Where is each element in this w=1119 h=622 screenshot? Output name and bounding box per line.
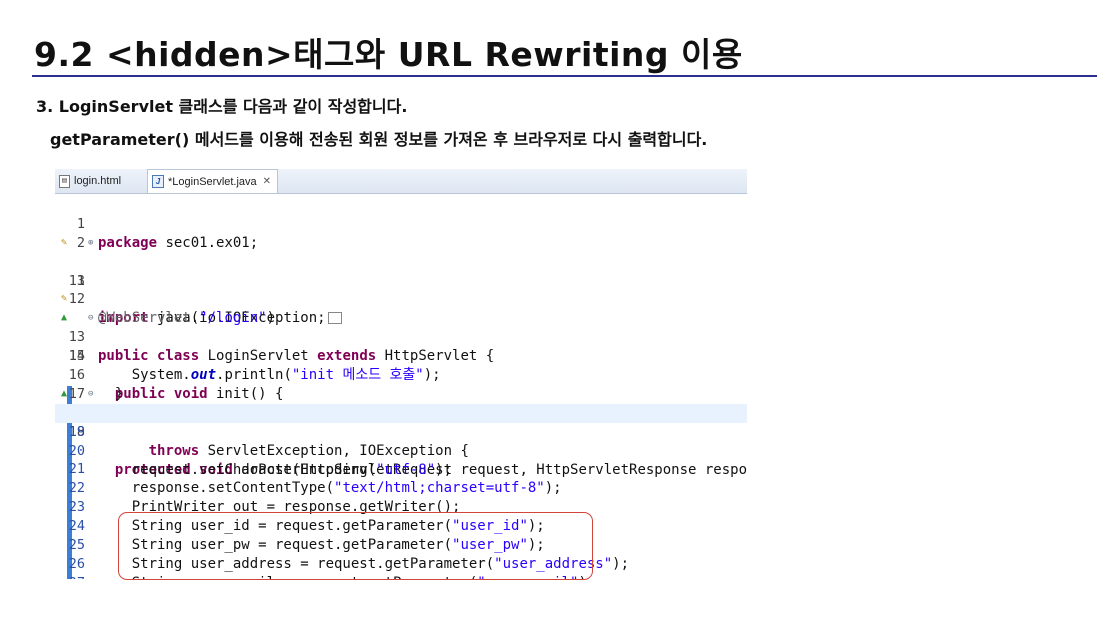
tab-label: login.html	[74, 175, 122, 187]
step-description: getParameter() 메서드를 이용해 전송된 회원 정보를 가져온 후…	[50, 130, 708, 149]
code-line: ✎ 13 public class LoginServlet extends H…	[55, 290, 747, 364]
code-line: ▲ 14 ⊖ public void init() {	[55, 309, 747, 402]
line-number: 27	[55, 574, 85, 579]
code-line: 2	[55, 215, 747, 251]
slide-title: 9.2 <hidden>태그와 URL Rewriting 이용	[34, 35, 743, 74]
code-line: 16 }	[55, 347, 747, 402]
code-line: 23 String user_id = request.getParameter…	[55, 479, 747, 534]
code-line: ▲ 18 ⊖ protected void doPost(HttpServlet…	[55, 385, 747, 478]
highlight-callout-box	[118, 512, 593, 580]
fold-expand-icon[interactable]: ⊕	[88, 234, 96, 253]
java-file-icon: J	[152, 175, 164, 188]
tab-loginservlet-java[interactable]: J *LoginServlet.java ✕	[147, 169, 279, 194]
tab-label: *LoginServlet.java	[168, 175, 257, 188]
tab-login-html[interactable]: ▤ login.html	[59, 169, 121, 193]
warning-marker-icon[interactable]: ✎	[57, 290, 71, 309]
code-line: ✎ 3 ⊕ import java.io.IOException;	[55, 234, 747, 326]
code-line: 22 PrintWriter out = response.getWriter(…	[55, 460, 747, 515]
fold-collapse-icon[interactable]: ⊖	[88, 309, 96, 328]
code-line: 17	[55, 366, 747, 402]
code-line: 11	[55, 253, 747, 289]
title-divider	[32, 75, 1097, 77]
code-line: 20 request.setCharacterEncoding("utf-8")…	[55, 423, 747, 478]
step-heading: 3. LoginServlet 클래스를 다음과 같이 작성합니다.	[36, 97, 408, 116]
override-marker-icon[interactable]: ▲	[57, 309, 71, 328]
close-icon[interactable]: ✕	[263, 170, 271, 194]
html-file-icon: ▤	[59, 174, 70, 188]
warning-marker-icon[interactable]: ✎	[57, 234, 71, 253]
override-marker-icon[interactable]: ▲	[57, 385, 71, 404]
code-line-current: 19 throws ServletException, IOException …	[55, 403, 747, 459]
code-line: 15 System.out.println("init 메소드 호출");	[55, 328, 747, 383]
editor-tab-bar: ▤ login.html J *LoginServlet.java ✕	[55, 169, 747, 194]
fold-collapse-icon[interactable]: ⊖	[88, 385, 96, 404]
code-line: 1 package sec01.ex01;	[55, 196, 747, 251]
code-line: 21 response.setContentType("text/html;ch…	[55, 442, 747, 496]
code-line: 12 @WebServlet("/login")	[55, 272, 747, 326]
